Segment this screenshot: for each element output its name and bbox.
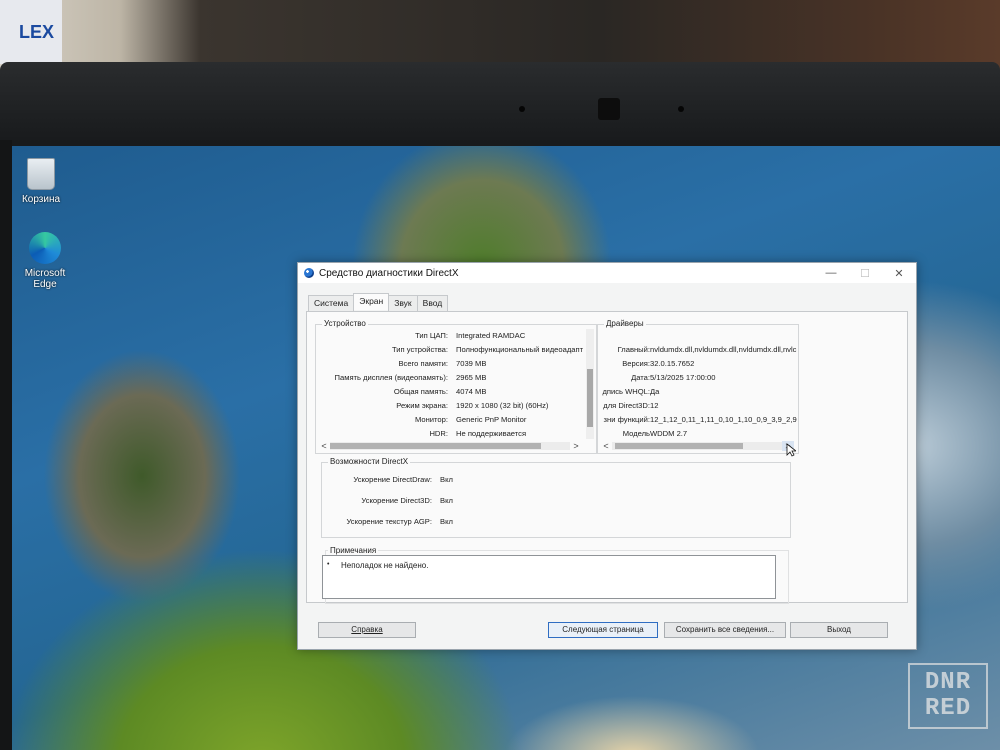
scroll-track[interactable] (612, 442, 782, 450)
device-group: Устройство Тип ЦАП: Integrated RAMDAC Тип… (315, 319, 597, 454)
device-row: Общая память: 4074 MB (393, 387, 487, 396)
driver-row: для Direct3D: 12 (603, 401, 659, 410)
device-row: Режим экрана: 1920 x 1080 (32 bit) (60Hz) (396, 401, 549, 410)
save-all-info-button[interactable]: Сохранить все сведения... (664, 622, 786, 638)
watermark-logo: DNR RED (908, 663, 988, 729)
scroll-thumb[interactable] (615, 443, 743, 449)
desktop-icon-edge[interactable]: Microsoft Edge (10, 232, 80, 290)
device-row: Тип устройства: Полнофункциональный видео… (392, 345, 584, 354)
scroll-left-arrow-icon[interactable]: < (318, 441, 330, 451)
notes-bullet: • (327, 561, 330, 568)
sensor-dot (519, 106, 525, 112)
notes-textbox[interactable]: • Неполадок не найдено. (322, 555, 776, 599)
tab-sound[interactable]: Звук (388, 295, 418, 312)
maximize-icon[interactable]: ☐ (848, 267, 882, 280)
mouse-cursor-icon (786, 443, 796, 457)
device-row: HDR: Не поддерживается (429, 429, 527, 438)
edge-browser-icon (29, 232, 61, 264)
tab-strip: Система Экран Звук Ввод (308, 293, 449, 312)
scroll-right-arrow-icon[interactable]: > (570, 441, 582, 451)
recycle-bin-icon (27, 158, 55, 190)
desktop-icon-recycle-bin[interactable]: Корзина (6, 158, 76, 205)
next-page-button[interactable]: Следующая страница (548, 622, 658, 638)
device-row: Монитор: Generic PnP Monitor (414, 415, 527, 424)
background-poster: LEX (0, 0, 62, 64)
driver-row: дпись WHQL: Да (602, 387, 660, 396)
watermark-line-1: DNR (924, 669, 972, 696)
directx-app-icon (304, 268, 314, 278)
exit-button[interactable]: Выход (790, 622, 888, 638)
desktop-icon-label: Microsoft Edge (24, 268, 66, 290)
device-vertical-scroll-thumb[interactable] (587, 369, 593, 427)
feature-row: Ускорение текстур AGP: Вкл (346, 517, 453, 526)
drivers-group: Драйверы Главный: nvldumdx.dll,nvldumdx.d… (597, 319, 799, 454)
device-horizontal-scrollbar[interactable]: < > (318, 441, 582, 451)
directx-features-title: Возможности DirectX (328, 457, 411, 466)
webcam (598, 98, 620, 120)
minimize-icon[interactable]: — (814, 267, 848, 279)
desktop-icon-label: Корзина (21, 194, 61, 205)
tab-system[interactable]: Система (308, 295, 355, 312)
device-row: Всего памяти: 7039 MB (398, 359, 487, 368)
watermark-line-2: RED (924, 695, 972, 722)
scroll-track[interactable] (330, 442, 570, 450)
device-row: Память дисплея (видеопамять): 2965 MB (334, 373, 487, 382)
directx-diagnostic-window: Средство диагностики DirectX — ☐ ✕ Систе… (297, 262, 917, 650)
directx-features-group: Возможности DirectX Ускорение DirectDraw… (321, 457, 791, 538)
tab-display[interactable]: Экран (353, 293, 390, 310)
driver-row: Версия: 32.0.15.7652 (622, 359, 695, 368)
device-row: Тип ЦАП: Integrated RAMDAC (415, 331, 526, 340)
notes-title: Примечания (328, 546, 379, 555)
room-background (0, 0, 1000, 70)
close-icon[interactable]: ✕ (882, 267, 916, 280)
driver-row: Модель WDDM 2.7 (622, 429, 688, 438)
scroll-left-arrow-icon[interactable]: < (600, 441, 612, 451)
tab-input[interactable]: Ввод (416, 295, 449, 312)
device-group-title: Устройство (322, 319, 368, 328)
laptop-bezel-top (0, 62, 1000, 148)
driver-row: Дата: 5/13/2025 17:00:00 (631, 373, 716, 382)
window-title: Средство диагностики DirectX (319, 267, 459, 279)
sensor-dot-2 (678, 106, 684, 112)
drivers-horizontal-scrollbar[interactable]: < > (600, 441, 794, 451)
window-titlebar[interactable]: Средство диагностики DirectX — ☐ ✕ (298, 263, 916, 283)
notes-text: Неполадок не найдено. (341, 561, 429, 570)
feature-row: Ускорение Direct3D: Вкл (361, 496, 453, 505)
driver-row: Главный: nvldumdx.dll,nvldumdx.dll,nvldum… (617, 345, 797, 354)
device-vertical-scrollbar[interactable] (586, 329, 594, 439)
driver-row: зни функций: 12_1,12_0,11_1,11_0,10_1,10_… (603, 415, 797, 424)
drivers-group-title: Драйверы (604, 319, 646, 328)
scroll-thumb[interactable] (330, 443, 542, 449)
feature-row: Ускорение DirectDraw: Вкл (353, 475, 453, 484)
help-button[interactable]: Справка (318, 622, 416, 638)
